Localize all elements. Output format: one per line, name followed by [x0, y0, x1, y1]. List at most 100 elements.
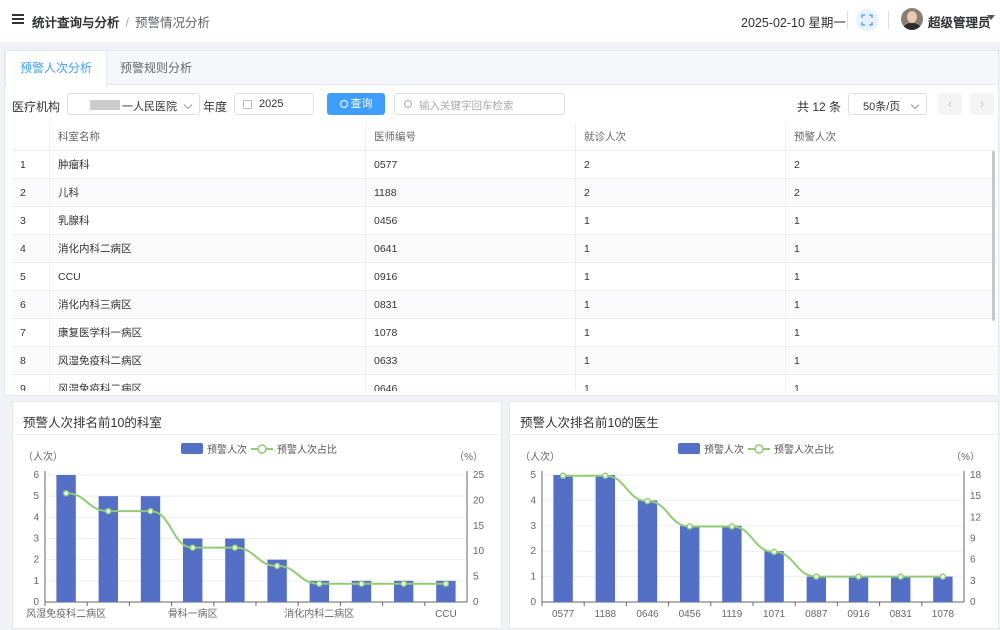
y2-tick-label: 10: [473, 546, 485, 557]
table-row[interactable]: 8 风湿免疫科二病区 0633 1 1: [12, 347, 997, 375]
dept-name: CCU: [50, 263, 366, 291]
bar[interactable]: [890, 576, 911, 602]
table-header: 科室名称 医师编号 就诊人次 预警人次: [12, 123, 997, 151]
bar[interactable]: [764, 551, 784, 602]
year-value: 2025: [259, 98, 284, 110]
x-tick-label: 骨科一病区: [168, 607, 218, 620]
bar[interactable]: [933, 576, 953, 602]
chevron-down-icon[interactable]: [987, 15, 995, 20]
warning-count: 1: [794, 271, 800, 283]
line-point[interactable]: [189, 544, 196, 551]
total-count: 共 12 条: [797, 100, 842, 114]
query-button[interactable]: 查询: [327, 93, 385, 115]
table-row[interactable]: 7 康复医学科一病区 1078 1 1: [12, 319, 997, 347]
bar[interactable]: [679, 525, 700, 602]
hamburger-menu-icon[interactable]: [12, 14, 24, 26]
line-point[interactable]: [358, 580, 365, 587]
line-point[interactable]: [602, 472, 609, 479]
bar[interactable]: [553, 475, 573, 602]
legend-bar-swatch[interactable]: [181, 443, 203, 454]
y2-axis-label: （%）: [454, 451, 483, 463]
table-row[interactable]: 4 消化内科二病区 0641 1 1: [12, 235, 997, 263]
y2-tick-label: 18: [970, 470, 982, 481]
y2-tick-label: 0: [473, 597, 479, 608]
line-point[interactable]: [316, 580, 323, 587]
line-point[interactable]: [147, 507, 154, 515]
dept-chart-title: 预警人次排名前10的科室: [23, 416, 162, 430]
bar[interactable]: [595, 475, 616, 602]
prev-page-button[interactable]: ‹: [938, 93, 962, 115]
year-label: 年度: [203, 100, 228, 114]
line-point[interactable]: [644, 497, 651, 505]
legend-label: 预警人次占比: [774, 443, 834, 456]
table-row[interactable]: 2 儿科 1188 2 2: [12, 179, 997, 207]
org-label: 医疗机构: [12, 100, 61, 114]
avatar[interactable]: [901, 8, 923, 30]
y2-tick-label: 25: [473, 470, 485, 481]
fullscreen-icon[interactable]: [856, 9, 878, 31]
line-point[interactable]: [62, 490, 70, 497]
breadcrumb: 统计查询与分析 / 预警情况分析: [32, 12, 210, 31]
warning-count: 2: [794, 187, 800, 199]
line-point[interactable]: [728, 523, 736, 530]
bar[interactable]: [806, 576, 827, 602]
table-row[interactable]: 9 风湿免疫科二病区 0646 1 1: [12, 375, 997, 391]
x-tick-label: 0887: [805, 609, 828, 620]
username[interactable]: 超级管理员: [928, 12, 991, 31]
row-index: 3: [12, 207, 50, 235]
line-point[interactable]: [559, 472, 567, 479]
org-select[interactable]: 一人民医院: [67, 93, 200, 115]
x-tick-label: 0831: [890, 609, 913, 620]
dept-name: 风湿免疫科二病区: [50, 347, 366, 375]
line-point[interactable]: [855, 573, 862, 580]
tab-warning-visits[interactable]: 预警人次分析: [5, 51, 108, 86]
y-tick-label: 0: [530, 597, 536, 608]
current-datetime: 2025-02-10 星期一: [741, 16, 846, 30]
line-point[interactable]: [273, 562, 281, 570]
table-row[interactable]: 6 消化内科三病区 0831 1 1: [12, 291, 997, 319]
line-point[interactable]: [770, 548, 778, 556]
row-index: 9: [12, 375, 50, 391]
line-point[interactable]: [686, 523, 693, 530]
visit-count: 1: [576, 263, 786, 291]
table-row[interactable]: 1 肿瘤科 0577 2 2: [12, 151, 997, 179]
warning-count: 1: [794, 299, 800, 311]
row-index: 6: [12, 291, 50, 319]
line-point[interactable]: [813, 573, 820, 580]
bar[interactable]: [848, 576, 869, 602]
table-row[interactable]: 5 CCU 0916 1 1: [12, 263, 997, 291]
table-scrollbar[interactable]: [992, 151, 995, 321]
line-point[interactable]: [442, 580, 450, 587]
line-point[interactable]: [400, 580, 407, 587]
bar[interactable]: [637, 500, 658, 602]
next-page-button[interactable]: ›: [970, 93, 994, 115]
line-point[interactable]: [939, 573, 947, 580]
line-point[interactable]: [231, 544, 239, 551]
page-size-select[interactable]: 50条/页: [848, 93, 927, 115]
legend-bar-swatch[interactable]: [678, 443, 700, 454]
doctor-id: 0577: [366, 151, 576, 179]
data-table: 科室名称 医师编号 就诊人次 预警人次 1 肿瘤科 0577 2 2 2 儿科 1188 2 2 3…: [12, 123, 997, 391]
dept-chart: 预警人次 预警人次占比 （人次） （%） 0 1 2 3 4 5 6 0 5 10 15 20 25 风湿免疫科二…: [23, 443, 485, 620]
divider: [847, 11, 848, 29]
dept-name: 风湿免疫科二病区: [50, 375, 366, 391]
x-tick-label: 1071: [763, 609, 786, 620]
row-index: 2: [12, 179, 50, 207]
search-input[interactable]: 输入关键字回车检索: [394, 93, 565, 115]
y-tick-label: 2: [530, 546, 536, 557]
visit-count: 1: [576, 375, 786, 391]
legend-label: 预警人次: [207, 443, 247, 456]
y2-axis-label: （%）: [951, 451, 980, 463]
bar[interactable]: [722, 525, 742, 602]
org-select-value: 一人民医院: [122, 101, 177, 113]
line-point[interactable]: [897, 573, 904, 580]
table-row[interactable]: 3 乳腺科 0456 1 1: [12, 207, 997, 235]
doctor-id: 0916: [366, 263, 576, 291]
calendar-icon: [243, 100, 252, 109]
y-axis-label: （人次）: [520, 450, 560, 463]
year-picker[interactable]: 2025: [234, 93, 314, 115]
tab-warning-rules[interactable]: 预警规则分析: [106, 51, 206, 85]
line-point[interactable]: [105, 507, 112, 515]
x-tick-label: 0456: [679, 609, 702, 620]
breadcrumb-parent[interactable]: 统计查询与分析: [32, 16, 120, 30]
